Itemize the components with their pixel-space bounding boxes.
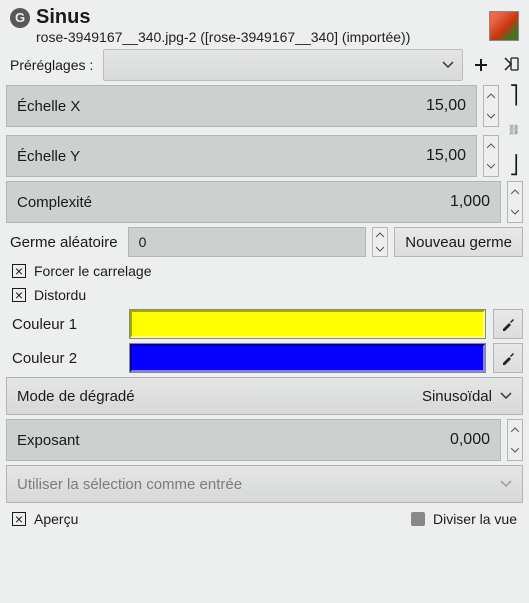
chevron-down-icon xyxy=(373,242,387,256)
dialog-subtitle: rose-3949167__340.jpg-2 ([rose-3949167__… xyxy=(10,29,481,45)
random-seed-input[interactable]: 0 xyxy=(128,227,367,257)
presets-combo[interactable] xyxy=(103,49,463,81)
distorted-label: Distordu xyxy=(34,287,86,303)
split-view-label: Diviser la vue xyxy=(433,511,517,527)
chevron-down-icon xyxy=(508,440,522,460)
color1-swatch[interactable] xyxy=(130,310,485,338)
color1-label: Couleur 1 xyxy=(12,316,122,333)
eyedropper-icon xyxy=(500,350,516,366)
exposant-label: Exposant xyxy=(17,432,80,449)
presets-row: Préréglages : xyxy=(6,49,523,81)
use-selection-label: Utiliser la sélection comme entrée xyxy=(17,476,242,493)
blend-mode-value: Sinusoïdal xyxy=(422,388,492,405)
plus-icon xyxy=(473,57,489,73)
exposant-spinner[interactable] xyxy=(507,419,523,461)
exposant-value: 0,000 xyxy=(450,431,490,449)
add-preset-button[interactable] xyxy=(469,53,493,77)
complexity-spinner[interactable] xyxy=(507,181,523,223)
force-tiling-checkbox[interactable] xyxy=(12,264,26,278)
scale-x-spinner[interactable] xyxy=(483,85,499,127)
bracket-bottom-icon: ⎦ xyxy=(509,157,520,175)
complexity-slider[interactable]: Complexité 1,000 xyxy=(6,181,501,223)
color2-label: Couleur 2 xyxy=(12,350,122,367)
chevron-down-icon xyxy=(508,202,522,222)
chain-icon: ⛓ xyxy=(508,126,521,136)
color1-picker-button[interactable] xyxy=(493,309,523,339)
split-view-checkbox[interactable] xyxy=(411,512,425,526)
menu-icon xyxy=(502,56,520,74)
random-seed-spinner[interactable] xyxy=(372,227,388,257)
blend-mode-combo[interactable]: Mode de dégradé Sinusoïdal xyxy=(6,377,523,415)
chevron-up-icon xyxy=(484,86,498,106)
color2-swatch[interactable] xyxy=(130,344,485,372)
force-tiling-label: Forcer le carrelage xyxy=(34,263,152,279)
complexity-label: Complexité xyxy=(17,194,92,211)
scale-y-spinner[interactable] xyxy=(483,135,499,177)
chevron-down-icon xyxy=(484,156,498,176)
preview-label: Aperçu xyxy=(34,511,78,527)
color2-picker-button[interactable] xyxy=(493,343,523,373)
dialog-header: G Sinus rose-3949167__340.jpg-2 ([rose-3… xyxy=(0,0,529,49)
gimp-logo-icon: G xyxy=(10,8,30,28)
use-selection-combo: Utiliser la sélection comme entrée xyxy=(6,465,523,503)
complexity-value: 1,000 xyxy=(450,193,490,211)
chevron-down-icon xyxy=(500,480,512,488)
scale-y-value: 15,00 xyxy=(426,147,466,165)
presets-label: Préréglages : xyxy=(6,57,97,73)
exposant-slider[interactable]: Exposant 0,000 xyxy=(6,419,501,461)
scale-x-value: 15,00 xyxy=(426,97,466,115)
chevron-up-icon xyxy=(508,420,522,440)
chevron-down-icon xyxy=(442,61,454,69)
blend-mode-label: Mode de dégradé xyxy=(17,388,135,405)
chevron-down-icon xyxy=(484,106,498,126)
chevron-up-icon xyxy=(508,182,522,202)
chevron-up-icon xyxy=(373,228,387,242)
scale-y-label: Échelle Y xyxy=(17,148,80,165)
new-seed-label: Nouveau germe xyxy=(405,234,512,251)
random-seed-value: 0 xyxy=(139,234,147,250)
scale-link-toggle[interactable]: ⎤ ⛓ ⎦ xyxy=(505,85,523,177)
bracket-top-icon: ⎤ xyxy=(509,87,520,105)
preview-checkbox[interactable] xyxy=(12,512,26,526)
scale-y-slider[interactable]: Échelle Y 15,00 xyxy=(6,135,477,177)
distorted-checkbox[interactable] xyxy=(12,288,26,302)
source-thumbnail xyxy=(489,11,519,41)
chevron-down-icon xyxy=(500,392,512,400)
chevron-up-icon xyxy=(484,136,498,156)
eyedropper-icon xyxy=(500,316,516,332)
new-seed-button[interactable]: Nouveau germe xyxy=(394,227,523,257)
manage-presets-button[interactable] xyxy=(499,53,523,77)
scale-x-label: Échelle X xyxy=(17,98,80,115)
dialog-title: Sinus xyxy=(36,6,90,29)
random-seed-label: Germe aléatoire xyxy=(6,227,122,257)
scale-x-slider[interactable]: Échelle X 15,00 xyxy=(6,85,477,127)
